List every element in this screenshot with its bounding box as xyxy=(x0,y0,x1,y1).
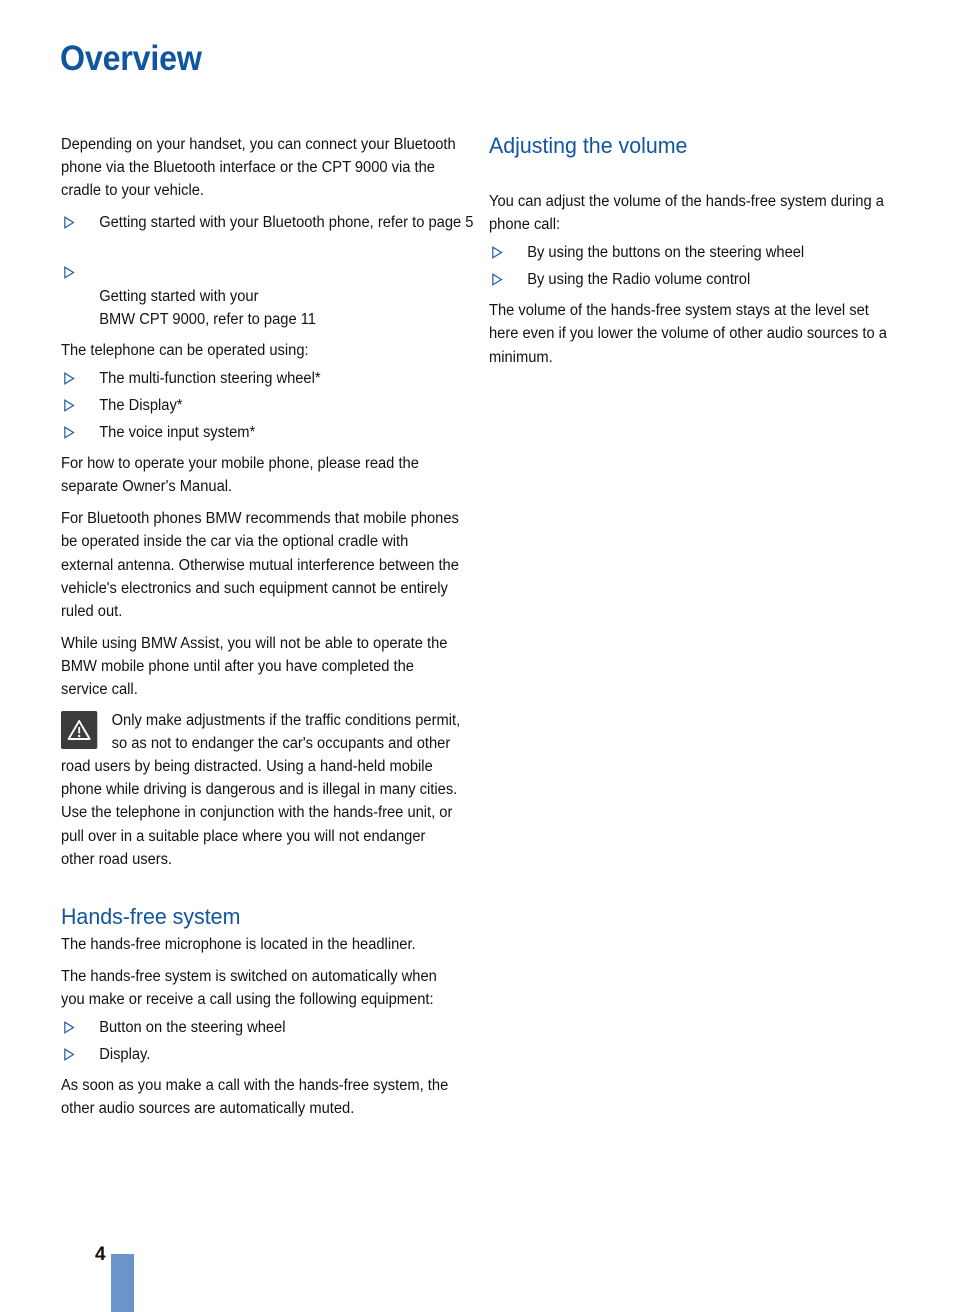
hands-free-muted-paragraph: As soon as you make a call with the hand… xyxy=(61,1077,449,1118)
adjusting-volume-heading: Adjusting the volume xyxy=(489,133,688,158)
hands-free-heading: Hands-free system xyxy=(61,903,241,929)
list-item-label: By using the buttons on the steering whe… xyxy=(527,244,805,262)
list-item: The voice input system* xyxy=(61,421,500,444)
adjusting-volume-level-paragraph: The volume of the hands-free system stay… xyxy=(489,302,887,366)
page-marker-bar xyxy=(111,1254,134,1312)
list-item: By using the buttons on the steering whe… xyxy=(489,241,928,264)
bmw-assist-paragraph: While using BMW Assist, you will not be … xyxy=(61,634,448,698)
list-item-label: By using the Radio volume control xyxy=(527,271,751,289)
list-item-label: Button on the steering wheel xyxy=(99,1019,286,1036)
hands-free-microphone-paragraph: The hands-free microphone is located in … xyxy=(61,935,416,953)
hands-free-equipment-list: Button on the steering wheel Display. xyxy=(61,1016,463,1066)
list-item: The multi-function steering wheel* xyxy=(61,367,500,390)
list-item: Getting started with your Bluetooth phon… xyxy=(61,211,500,234)
warning-text: Only make adjustments if the traffic con… xyxy=(61,712,461,868)
triangle-bullet-icon xyxy=(491,246,503,260)
getting-started-list: Getting started with your Bluetooth phon… xyxy=(61,211,473,330)
cradle-paragraph: For Bluetooth phones BMW recommends that… xyxy=(61,510,459,620)
list-item: Getting started with your BMW CPT 9000, … xyxy=(61,238,500,330)
list-item-label: Getting started with your Bluetooth phon… xyxy=(99,214,474,232)
intro-paragraph: Depending on your handset, you can conne… xyxy=(61,136,456,200)
adjusting-volume-list: By using the buttons on the steering whe… xyxy=(489,241,891,291)
triangle-bullet-icon xyxy=(63,216,75,230)
list-item-label: The multi-function steering wheel* xyxy=(99,369,321,387)
list-item: Display. xyxy=(61,1043,500,1066)
page-footer: 4 xyxy=(0,1242,954,1312)
list-item: The Display* xyxy=(61,394,500,417)
triangle-bullet-icon xyxy=(491,273,503,287)
list-item: By using the Radio volume control xyxy=(489,268,928,291)
page-title: Overview xyxy=(60,39,202,78)
operated-using-lead: The telephone can be operated using: xyxy=(61,341,309,359)
warning-block: Only make adjustments if the traffic con… xyxy=(61,709,462,871)
page-number: 4 xyxy=(95,1244,106,1265)
triangle-bullet-icon xyxy=(63,1048,75,1062)
list-item-label: The Display* xyxy=(99,396,183,414)
triangle-bullet-icon xyxy=(63,399,75,412)
right-column: Adjusting the volume You can adjust the … xyxy=(489,133,891,378)
triangle-bullet-icon xyxy=(63,243,75,280)
warning-triangle-icon xyxy=(61,711,98,750)
triangle-bullet-icon xyxy=(63,1021,75,1034)
list-item-label: Display. xyxy=(99,1046,151,1064)
operated-using-list: The multi-function steering wheel* The D… xyxy=(61,367,463,444)
list-item: Button on the steering wheel xyxy=(61,1016,500,1039)
left-column: Depending on your handset, you can conne… xyxy=(61,133,473,1129)
adjusting-volume-intro-paragraph: You can adjust the volume of the hands-f… xyxy=(489,193,884,234)
hands-free-switched-on-paragraph: The hands-free system is switched on aut… xyxy=(61,967,437,1008)
triangle-bullet-icon xyxy=(63,371,75,385)
triangle-bullet-icon xyxy=(63,426,75,439)
list-item-label: Getting started with your BMW CPT 9000, … xyxy=(99,287,316,328)
owners-manual-paragraph: For how to operate your mobile phone, pl… xyxy=(61,455,419,496)
list-item-label: The voice input system* xyxy=(99,424,256,442)
